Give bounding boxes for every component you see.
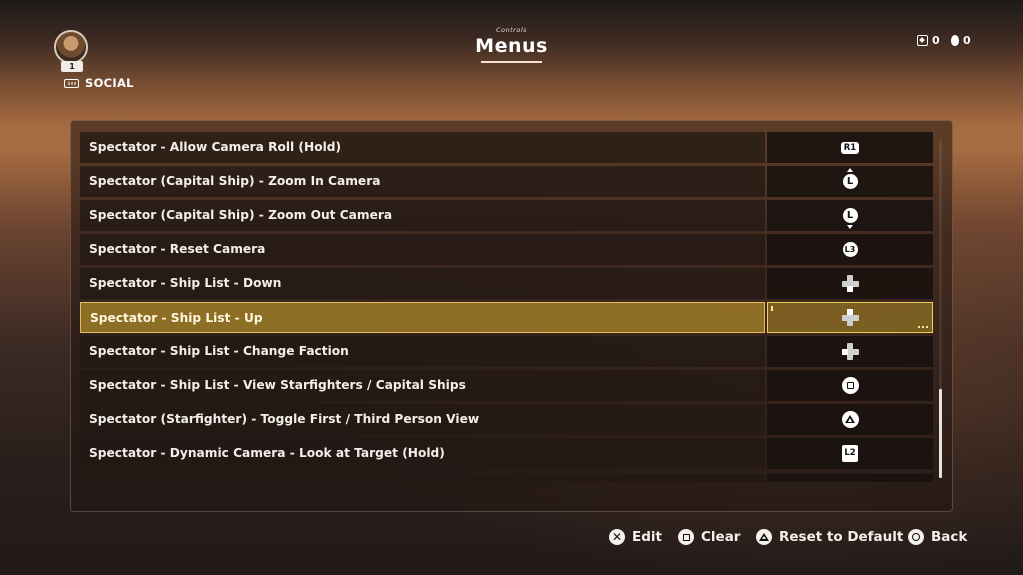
binding-action-label: Spectator - Ship List - Down [80,268,765,299]
scrollbar-thumb[interactable] [939,389,942,478]
clear-hint-button[interactable]: Clear [678,529,740,545]
binding-key-slot-partial [767,474,933,482]
binding-key-slot[interactable]: L3 [767,234,933,265]
touchpad-icon [64,78,79,88]
crystals-icon [951,35,959,46]
page-title: Menus [475,35,548,57]
binding-row[interactable]: Spectator - Ship List - Change Faction [80,336,933,367]
crystals-value: 0 [963,34,971,47]
binding-row[interactable]: Spectator - Dynamic Camera - Look at Tar… [80,438,933,469]
title-underline [481,61,542,63]
binding-row[interactable]: Spectator - Reset Camera L3 [80,234,933,265]
edit-hint-button[interactable]: ✕ Edit [609,529,662,545]
binding-action-label: Spectator (Starfighter) - Toggle First /… [80,404,765,435]
binding-row[interactable]: Spectator - Allow Camera Roll (Hold) R1 [80,132,933,163]
page-subtitle: Controls [495,26,528,34]
player-level-badge: 1 [61,61,83,72]
reset-hint-label: Reset to Default [779,529,904,545]
triangle-button-icon [756,529,772,545]
binding-row[interactable]: Spectator (Capital Ship) - Zoom In Camer… [80,166,933,197]
binding-action-label-partial [80,474,765,482]
credits-counter: 0 [917,34,940,47]
l2-button-icon: L2 [842,445,858,462]
binding-key-slot[interactable]: R1 [767,132,933,163]
l3-button-icon: L3 [842,242,858,257]
cross-button-icon: ✕ [609,529,625,545]
binding-row-selected[interactable]: Spectator - Ship List - Up [80,302,933,333]
dpad-down-icon [841,275,859,292]
left-stick-down-icon: L [842,208,858,229]
edit-hint-label: Edit [632,529,662,545]
back-hint-label: Back [931,529,968,545]
binding-key-slot[interactable] [767,336,933,367]
binding-action-label: Spectator - Ship List - Change Faction [80,336,765,367]
binding-key-slot[interactable]: L2 [767,438,933,469]
binding-key-slot[interactable] [767,370,933,401]
binding-key-slot[interactable] [767,302,933,333]
r1-button-icon: R1 [840,141,860,154]
binding-action-label: Spectator - Allow Camera Roll (Hold) [80,132,765,163]
binding-key-slot[interactable]: L [767,200,933,231]
dpad-up-icon [841,309,859,326]
left-stick-up-icon: L [842,168,858,189]
binding-action-label: Spectator - Ship List - View Starfighter… [80,370,765,401]
back-hint-button[interactable]: Back [908,529,967,545]
credits-value: 0 [932,34,940,47]
crystals-counter: 0 [951,34,971,47]
binding-row[interactable]: Spectator (Capital Ship) - Zoom Out Came… [80,200,933,231]
binding-action-label: Spectator (Capital Ship) - Zoom Out Came… [80,200,765,231]
clear-hint-label: Clear [701,529,741,545]
social-label: SOCIAL [85,76,134,90]
selection-dots [918,326,928,328]
binding-row[interactable]: Spectator - Ship List - Down [80,268,933,299]
binding-action-label: Spectator - Dynamic Camera - Look at Tar… [80,438,765,469]
binding-action-label: Spectator (Capital Ship) - Zoom In Camer… [80,166,765,197]
reset-hint-button[interactable]: Reset to Default [756,529,903,545]
social-button[interactable]: SOCIAL [64,76,134,90]
square-button-icon [678,529,694,545]
triangle-button-icon [841,411,859,428]
dpad-left-icon [841,343,859,360]
binding-row[interactable]: Spectator - Ship List - View Starfighter… [80,370,933,401]
binding-key-slot[interactable]: L [767,166,933,197]
selection-corner-mark [771,306,773,311]
binding-row-partial[interactable] [80,474,933,482]
binding-key-slot[interactable] [767,268,933,299]
binding-row[interactable]: Spectator (Starfighter) - Toggle First /… [80,404,933,435]
binding-action-label: Spectator - Reset Camera [80,234,765,265]
square-button-icon [841,377,859,394]
binding-key-slot[interactable] [767,404,933,435]
circle-button-icon [908,529,924,545]
binding-action-label: Spectator - Ship List - Up [80,302,765,333]
credits-icon [917,35,928,46]
